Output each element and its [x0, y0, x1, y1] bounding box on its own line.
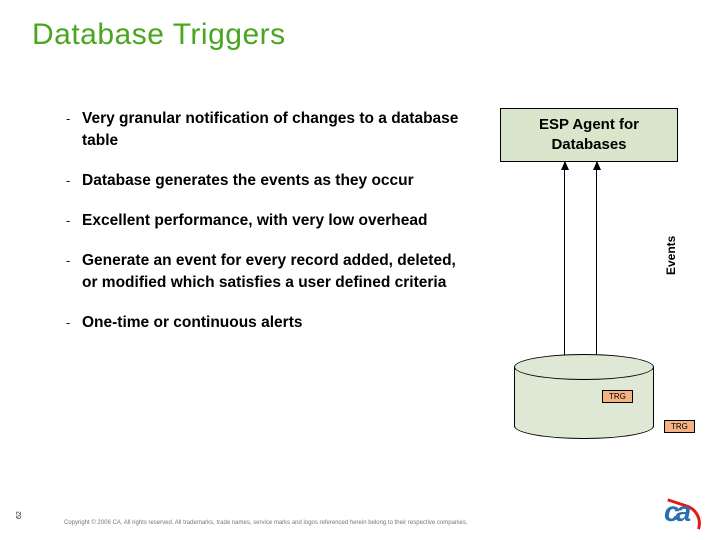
bullet-dash: - — [66, 312, 82, 334]
arrow-up-icon — [596, 162, 597, 366]
esp-box-line1: ESP Agent for — [539, 116, 639, 133]
database-cylinder-icon — [514, 354, 654, 446]
trigger-label: TRG — [664, 420, 695, 433]
bullet-text: Database generates the events as they oc… — [82, 170, 414, 192]
db-top — [514, 354, 654, 380]
bullet-dash: - — [66, 250, 82, 294]
slide: Database Triggers - Very granular notifi… — [0, 0, 720, 540]
bullet-dash: - — [66, 170, 82, 192]
arrow-up-icon — [564, 162, 565, 366]
bullet-text: Very granular notification of changes to… — [82, 108, 464, 152]
page-number: 62 — [16, 511, 23, 519]
bullet-text: Generate an event for every record added… — [82, 250, 464, 294]
bullet-dash: - — [66, 210, 82, 232]
events-axis-label: Events — [664, 236, 678, 275]
list-item: - One-time or continuous alerts — [66, 312, 464, 334]
list-item: - Generate an event for every record add… — [66, 250, 464, 294]
trigger-label: TRG — [602, 390, 633, 403]
list-item: - Excellent performance, with very low o… — [66, 210, 464, 232]
bullet-list: - Very granular notification of changes … — [66, 108, 464, 352]
list-item: - Very granular notification of changes … — [66, 108, 464, 152]
event-arrows — [548, 162, 618, 366]
esp-agent-box: ESP Agent for Databases — [500, 108, 678, 162]
esp-box-line2: Databases — [551, 136, 626, 153]
ca-logo-icon: ca — [664, 500, 704, 530]
slide-title: Database Triggers — [32, 18, 286, 52]
copyright-footer: Copyright © 2006 CA. All rights reserved… — [64, 520, 468, 526]
bullet-text: One-time or continuous alerts — [82, 312, 302, 334]
bullet-text: Excellent performance, with very low ove… — [82, 210, 427, 232]
list-item: - Database generates the events as they … — [66, 170, 464, 192]
logo-text: ca — [664, 496, 687, 528]
bullet-dash: - — [66, 108, 82, 152]
